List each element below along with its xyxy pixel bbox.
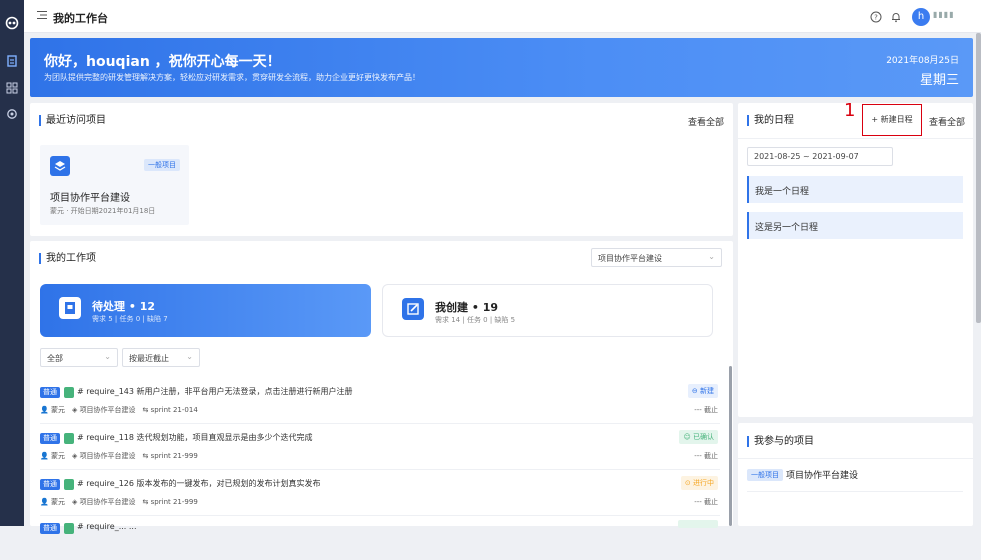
status-badge (678, 520, 718, 528)
work-items-title: 我的工作项 (39, 253, 96, 264)
annotation-number: 1 (844, 100, 856, 121)
item-title[interactable]: # require_... ... (77, 522, 137, 531)
item-title[interactable]: # require_126 版本发布的一键发布，对已规划的发布计划真实发布 (77, 478, 321, 489)
item-title[interactable]: # require_143 新用户注册，非平台用户无法登录，点击注册进行新用户注… (77, 386, 353, 397)
joined-project-name[interactable]: 项目协作平台建设 (786, 468, 858, 481)
requirement-type-icon (64, 433, 74, 444)
item-meta: 👤 蒙元 ◈ 项目协作平台建设 ⇆ sprint 21-999 (40, 452, 198, 460)
schedule-entry[interactable]: 这是另一个日程 (747, 212, 963, 239)
due-text: --- 截止 (694, 498, 718, 506)
table-row[interactable]: 普通 # require_118 迭代规划功能，项目直观显示是由多少个迭代完成 … (40, 430, 720, 470)
recent-projects-card: 最近访问项目 查看全部 一般项目 项目协作平台建设 蒙元 · 开始日期2021年… (30, 103, 733, 236)
requirement-type-icon (64, 523, 74, 534)
bell-icon[interactable] (890, 11, 902, 23)
pending-sub: 需求 5 | 任务 0 | 缺陷 7 (92, 315, 168, 323)
project-select[interactable]: 项目协作平台建设 ⌄ (591, 248, 722, 267)
table-row[interactable]: 普通 # require_... ... (40, 520, 720, 560)
project-meta: 蒙元 · 开始日期2021年01月18日 (50, 207, 156, 215)
pending-title: 待处理 • 12 (92, 300, 155, 313)
welcome-banner: 你好，houqian ，祝你开心每一天！ 为团队提供完整的研发管理解决方案，轻松… (30, 38, 973, 97)
schedule-view-all-link[interactable]: 查看全部 (929, 115, 965, 128)
filter-all-select[interactable]: 全部 ⌄ (40, 348, 118, 367)
menu-icon[interactable] (37, 10, 47, 20)
user-name[interactable]: ▮▮▮▮ (933, 10, 955, 19)
created-title: 我创建 • 19 (435, 301, 498, 314)
page-scrollbar[interactable] (976, 33, 981, 323)
due-text: --- 截止 (694, 452, 718, 460)
divider (747, 491, 963, 492)
schedule-card: 我的日程 1 + 新建日程 查看全部 2021-08-25 ~ 2021-09-… (738, 100, 973, 417)
status-badge: ⊖ 新建 (687, 384, 718, 398)
work-items-scrollbar[interactable] (729, 366, 732, 526)
layers-icon (50, 156, 70, 176)
greeting: 你好，houqian ，祝你开心每一天！ (44, 54, 281, 70)
page-title: 我的工作台 (53, 12, 108, 25)
banner-subtitle: 为团队提供完整的研发管理解决方案，轻松应对研发需求，贯穿研发全流程，助力企业更好… (44, 73, 420, 82)
table-row[interactable]: 普通 # require_126 版本发布的一键发布，对已规划的发布计划真实发布… (40, 476, 720, 516)
table-row[interactable]: 普通 # require_143 新用户注册，非平台用户无法登录，点击注册进行新… (40, 384, 720, 424)
divider (738, 458, 973, 459)
banner-weekday: 星期三 (919, 73, 959, 88)
recent-projects-title: 最近访问项目 (39, 115, 106, 126)
svg-text:?: ? (874, 14, 878, 22)
requirement-type-icon (64, 387, 74, 398)
chevron-down-icon: ⌄ (708, 252, 715, 261)
schedule-title: 我的日程 (747, 115, 794, 126)
left-sidebar (0, 0, 24, 526)
status-badge: ☺ 已确认 (679, 430, 718, 444)
sort-select[interactable]: 按最近截止 ⌄ (122, 348, 200, 367)
created-stat-card[interactable]: 我创建 • 19 需求 14 | 任务 0 | 缺陷 5 (382, 284, 713, 337)
edit-icon (402, 298, 424, 320)
schedule-entry[interactable]: 我是一个日程 (747, 176, 963, 203)
joined-projects-title: 我参与的项目 (747, 436, 814, 447)
project-name: 项目协作平台建设 (50, 193, 130, 204)
status-badge: ⊙ 进行中 (680, 476, 718, 490)
new-schedule-button[interactable]: + 新建日程 (862, 104, 922, 136)
item-meta: 👤 蒙元 ◈ 项目协作平台建设 ⇆ sprint 21-999 (40, 498, 198, 506)
date-range-picker[interactable]: 2021-08-25 ~ 2021-09-07 (747, 147, 893, 166)
project-type-tag: 一般项目 (747, 469, 783, 481)
due-text: --- 截止 (694, 406, 718, 414)
help-icon[interactable]: ? (870, 11, 882, 23)
avatar[interactable]: h (912, 8, 930, 26)
inbox-icon (59, 297, 81, 319)
priority-badge: 普通 (40, 523, 60, 534)
grid-icon[interactable] (5, 82, 19, 96)
priority-badge: 普通 (40, 479, 60, 490)
chevron-down-icon: ⌄ (186, 352, 193, 361)
created-sub: 需求 14 | 任务 0 | 缺陷 5 (435, 316, 516, 324)
divider (738, 138, 973, 139)
item-title[interactable]: # require_118 迭代规划功能，项目直观显示是由多少个迭代完成 (77, 432, 313, 443)
logo-icon[interactable] (5, 16, 19, 30)
project-type-tag: 一般项目 (144, 159, 180, 171)
workbench-icon[interactable] (5, 55, 19, 69)
item-meta: 👤 蒙元 ◈ 项目协作平台建设 ⇆ sprint 21-014 (40, 406, 198, 414)
project-tile[interactable]: 一般项目 项目协作平台建设 蒙元 · 开始日期2021年01月18日 (40, 145, 189, 225)
pending-stat-card[interactable]: 待处理 • 12 需求 5 | 任务 0 | 缺陷 7 (40, 284, 371, 337)
priority-badge: 普通 (40, 387, 60, 398)
priority-badge: 普通 (40, 433, 60, 444)
settings-icon[interactable] (5, 108, 19, 122)
top-bar: 我的工作台 ? h ▮▮▮▮ (24, 0, 981, 33)
recent-view-all-link[interactable]: 查看全部 (688, 115, 724, 128)
chevron-down-icon: ⌄ (104, 352, 111, 361)
banner-date: 2021年08月25日 (886, 56, 959, 66)
requirement-type-icon (64, 479, 74, 490)
joined-projects-card: 我参与的项目 一般项目 项目协作平台建设 (738, 423, 973, 526)
